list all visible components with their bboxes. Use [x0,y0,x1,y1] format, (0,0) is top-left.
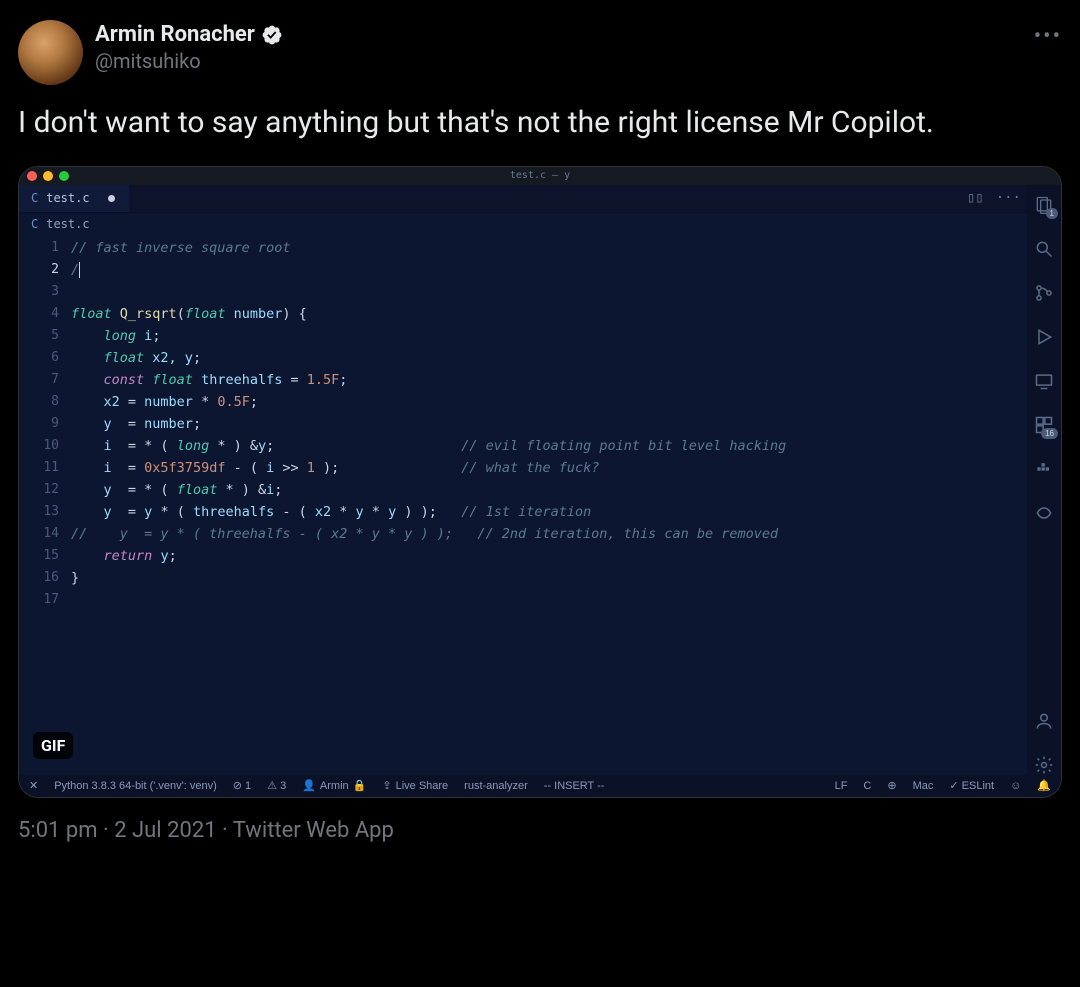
editor-tabbar: C test.c ▯▯ ··· [19,185,1061,213]
status-problems-error[interactable]: ⊘ 1 [233,779,251,792]
status-feedback-icon[interactable]: ☺ [1010,780,1021,792]
explorer-badge: 1 [1046,208,1058,219]
status-python[interactable]: Python 3.8.3 64-bit ('.venv': venv) [54,780,217,792]
activity-bar: 1 16 [1027,185,1061,775]
status-os[interactable]: Mac [913,780,934,792]
maximize-icon[interactable] [59,171,69,181]
verified-badge-icon [261,24,283,46]
status-language[interactable]: C [863,780,871,792]
status-liveshare[interactable]: ⇪ Live Share [382,779,448,792]
editor-area[interactable]: 1 2 3 4 5 6 7 8 9 10 11 12 13 14 15 16 1… [19,235,1061,775]
tweet-source[interactable]: Twitter Web App [233,818,394,843]
split-editor-icon[interactable]: ▯▯ [967,190,984,206]
docker-icon[interactable] [1034,459,1054,479]
status-eol[interactable]: LF [835,780,848,792]
source-control-icon[interactable] [1034,283,1054,303]
remote-icon[interactable] [1034,371,1054,391]
traffic-lights[interactable] [27,171,69,181]
author-block: Armin Ronacher @mitsuhiko [95,20,283,73]
status-vim-mode: -- INSERT -- [544,780,605,792]
vscode-window: test.c — y C test.c ▯▯ ··· C test.c 1 2 … [19,167,1061,797]
status-bell-icon[interactable]: 🔔 [1037,779,1051,792]
gif-badge: GIF [33,732,73,759]
extensions-badge: 16 [1041,428,1058,439]
tab-filename: test.c [46,191,89,205]
avatar[interactable] [18,20,83,85]
tweet-header: Armin Ronacher @mitsuhiko ••• [18,20,1062,85]
window-title: test.c — y [510,170,570,181]
status-rust[interactable]: rust-analyzer [464,780,528,792]
close-icon[interactable] [27,171,37,181]
c-file-icon: C [31,217,38,231]
search-icon[interactable] [1034,239,1054,259]
settings-gear-icon[interactable] [1034,755,1054,775]
author-handle[interactable]: @mitsuhiko [95,49,283,73]
statusbar: ✕ Python 3.8.3 64-bit ('.venv': venv) ⊘ … [19,775,1061,797]
liveshare-icon[interactable] [1034,503,1054,523]
status-problems-warn[interactable]: ⚠ 3 [267,779,286,792]
tweet-time[interactable]: 5:01 pm [18,818,98,843]
minimize-icon[interactable] [43,171,53,181]
tab-test-c[interactable]: C test.c [19,185,129,212]
status-eslint[interactable]: ✓ ESLint [949,779,994,792]
tweet-text: I don't want to say anything but that's … [18,103,1062,144]
tweet-media[interactable]: GIF test.c — y C test.c ▯▯ ··· C test.c [18,166,1062,798]
run-debug-icon[interactable] [1034,327,1054,347]
c-file-icon: C [31,191,38,205]
status-user[interactable]: 👤 Armin 🔒 [302,779,366,792]
breadcrumb[interactable]: C test.c [19,213,1061,235]
window-titlebar: test.c — y [19,167,1061,185]
status-remote[interactable]: ✕ [29,779,38,792]
author-name[interactable]: Armin Ronacher [95,22,255,47]
explorer-icon[interactable]: 1 [1034,195,1054,215]
tweet-meta: 5:01 pm · 2 Jul 2021 · Twitter Web App [18,818,1062,843]
extensions-icon[interactable]: 16 [1034,415,1054,435]
status-copilot-icon[interactable]: ⊕ [887,779,896,792]
tab-more-icon[interactable]: ··· [996,190,1021,206]
more-button[interactable]: ••• [1034,20,1062,49]
tweet-date[interactable]: 2 Jul 2021 [114,818,216,843]
breadcrumb-filename: test.c [46,217,89,231]
account-icon[interactable] [1034,711,1054,731]
code-content[interactable]: // fast inverse square root / float Q_rs… [71,235,1061,775]
line-gutter: 1 2 3 4 5 6 7 8 9 10 11 12 13 14 15 16 1… [19,235,71,775]
unsaved-dot-icon [108,195,115,202]
